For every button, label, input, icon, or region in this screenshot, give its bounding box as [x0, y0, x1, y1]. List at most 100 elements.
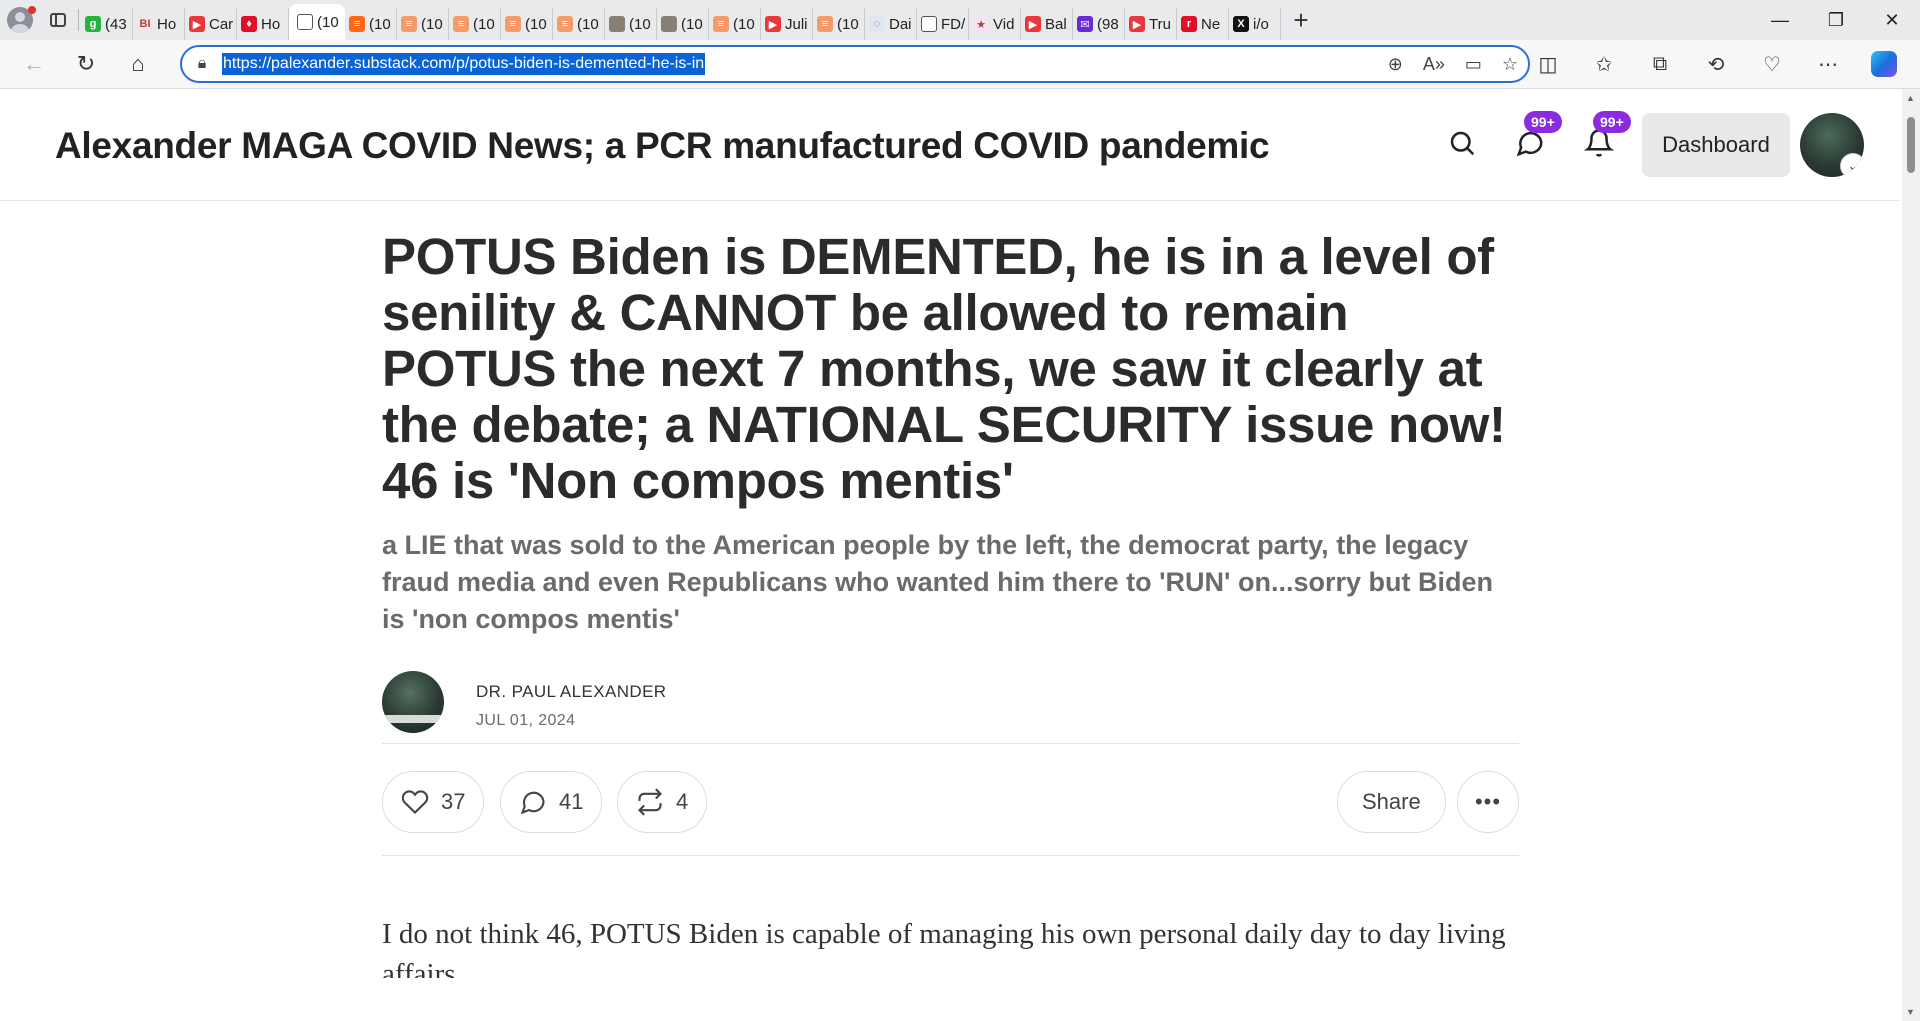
- browser-tab[interactable]: ≡ (10: [553, 8, 605, 40]
- browser-tab[interactable]: ▶ Car: [185, 8, 237, 40]
- dashboard-button[interactable]: Dashboard: [1642, 113, 1790, 177]
- url-text[interactable]: https://palexander.substack.com/p/potus-…: [222, 53, 706, 75]
- browser-tab[interactable]: ▶ Tru: [1125, 8, 1177, 40]
- history-icon[interactable]: ⟲: [1690, 44, 1742, 84]
- browser-tab[interactable]: ≡ (10: [449, 8, 501, 40]
- page-icon: [921, 16, 937, 32]
- browser-tab[interactable]: (10: [657, 8, 709, 40]
- browser-tab[interactable]: BI Ho: [133, 8, 185, 40]
- tab-label: (10: [317, 13, 339, 31]
- browser-tab[interactable]: ✉ (98: [1073, 8, 1125, 40]
- youtube-icon: ▶: [765, 16, 781, 32]
- tab-label: Ho: [157, 15, 177, 33]
- author-avatar[interactable]: [382, 671, 444, 733]
- substack-icon: ≡: [453, 16, 469, 32]
- browser-tab[interactable]: ★ Vid: [969, 8, 1021, 40]
- browser-tab[interactable]: ≡ (10: [501, 8, 553, 40]
- like-button[interactable]: 37: [382, 771, 485, 833]
- article: POTUS Biden is DEMENTED, he is in a leve…: [382, 229, 1519, 978]
- zoom-icon[interactable]: ⊕: [1388, 54, 1403, 75]
- notification-dot: [28, 6, 36, 14]
- tab-label: Tru: [1149, 15, 1171, 33]
- chevron-down-icon[interactable]: ⌄: [1840, 153, 1864, 177]
- substack-icon: ≡: [817, 16, 833, 32]
- profile-button[interactable]: [0, 0, 40, 40]
- user-avatar[interactable]: ⌄: [1800, 113, 1864, 177]
- tab-label: (10: [837, 15, 859, 33]
- like-count: 37: [441, 789, 466, 814]
- browser-tab[interactable]: ▶ Juli: [761, 8, 813, 40]
- search-button[interactable]: [1440, 121, 1484, 165]
- scroll-down-arrow-icon[interactable]: ▼: [1906, 1007, 1915, 1017]
- favorites-icon[interactable]: ✩: [1578, 44, 1630, 84]
- browser-tab[interactable]: ♦ Ho: [237, 8, 289, 40]
- browser-tab[interactable]: r Ne: [1177, 8, 1229, 40]
- close-window-button[interactable]: ✕: [1864, 0, 1920, 40]
- substack-icon: ≡: [401, 16, 417, 32]
- youtube-icon: ▶: [189, 16, 205, 32]
- r-icon: r: [1181, 16, 1197, 32]
- tab-label: (98: [1097, 15, 1119, 33]
- address-bar[interactable]: 🔒︎ https://palexander.substack.com/p/pot…: [180, 45, 1530, 83]
- share-label: Share: [1362, 789, 1421, 814]
- more-menu-icon[interactable]: ⋯: [1802, 44, 1854, 84]
- browser-toolbar: ← ↻ ⌂ 🔒︎ https://palexander.substack.com…: [0, 40, 1920, 88]
- chat-button[interactable]: 99+: [1508, 111, 1562, 165]
- browser-tab[interactable]: ▶ Bal: [1021, 8, 1073, 40]
- health-icon[interactable]: ♡: [1746, 44, 1798, 84]
- notifications-button[interactable]: 99+: [1577, 111, 1631, 165]
- browser-tab[interactable]: (10×: [289, 4, 345, 40]
- back-button[interactable]: ←: [8, 44, 60, 84]
- browser-tab[interactable]: (10: [605, 8, 657, 40]
- bi-icon: BI: [137, 16, 153, 32]
- search-icon: [1450, 131, 1475, 156]
- browser-tab[interactable]: ◌ Dai: [865, 8, 917, 40]
- browser-tab[interactable]: ≡ (10: [813, 8, 865, 40]
- page-icon: [297, 14, 313, 30]
- split-screen-icon[interactable]: ◫: [1522, 44, 1574, 84]
- browser-tab[interactable]: Xi/o: [1229, 8, 1281, 40]
- minimize-button[interactable]: —: [1752, 0, 1808, 40]
- post-subtitle: a LIE that was sold to the American peop…: [382, 530, 1493, 634]
- restack-button[interactable]: 4: [617, 771, 708, 833]
- tab-label: (10: [577, 15, 599, 33]
- browser-tab[interactable]: g (43: [81, 8, 133, 40]
- tab-label: (10: [681, 15, 703, 33]
- browser-tab-strip: g(43BIHo▶Car♦Ho(10×≡(10≡(10≡(10≡(10≡(10(…: [0, 0, 1920, 40]
- tab-label: i/o: [1253, 15, 1269, 33]
- restore-button[interactable]: ❐: [1808, 0, 1864, 40]
- post-headline: POTUS Biden is DEMENTED, he is in a leve…: [382, 228, 1506, 509]
- home-button[interactable]: ⌂: [112, 44, 164, 84]
- browser-tab[interactable]: ≡ (10: [397, 8, 449, 40]
- copilot-button[interactable]: [1858, 44, 1910, 84]
- tab-list: g(43BIHo▶Car♦Ho(10×≡(10≡(10≡(10≡(10≡(10(…: [81, 0, 1281, 40]
- refresh-button[interactable]: ↻: [60, 44, 112, 84]
- browser-tab[interactable]: FD/: [917, 8, 969, 40]
- more-options-button[interactable]: •••: [1457, 771, 1519, 833]
- tab-label: Bal: [1045, 15, 1067, 33]
- read-aloud-icon[interactable]: A»: [1423, 54, 1445, 75]
- page-scrollbar[interactable]: ▲ ▼: [1902, 89, 1920, 1021]
- lock-icon[interactable]: 🔒︎: [182, 55, 222, 73]
- share-button[interactable]: Share: [1337, 771, 1446, 833]
- globe-icon: ◌: [869, 16, 885, 32]
- favorite-star-icon[interactable]: ☆: [1502, 54, 1518, 75]
- immersive-reader-icon[interactable]: ▭: [1465, 54, 1482, 75]
- tab-label: Ho: [261, 15, 281, 33]
- tab-label: (10: [421, 15, 443, 33]
- chat-count-badge: 99+: [1524, 111, 1562, 133]
- tab-actions-button[interactable]: [40, 0, 76, 40]
- scrollbar-thumb[interactable]: [1907, 117, 1915, 173]
- browser-tab[interactable]: ≡ (10: [345, 8, 397, 40]
- comment-button[interactable]: 41: [500, 771, 603, 833]
- tab-label: FD/: [941, 15, 966, 33]
- new-tab-button[interactable]: +: [1281, 5, 1321, 36]
- tab-separator: [78, 9, 79, 31]
- browser-tab[interactable]: ≡ (10: [709, 8, 761, 40]
- collections-icon[interactable]: ⧉: [1634, 44, 1686, 84]
- author-name[interactable]: DR. PAUL ALEXANDER: [476, 682, 666, 702]
- substack-icon: ≡: [557, 16, 573, 32]
- avatar-banner: [382, 715, 444, 723]
- publication-title[interactable]: Alexander MAGA COVID News; a PCR manufac…: [55, 125, 1270, 167]
- scroll-up-arrow-icon[interactable]: ▲: [1906, 93, 1915, 103]
